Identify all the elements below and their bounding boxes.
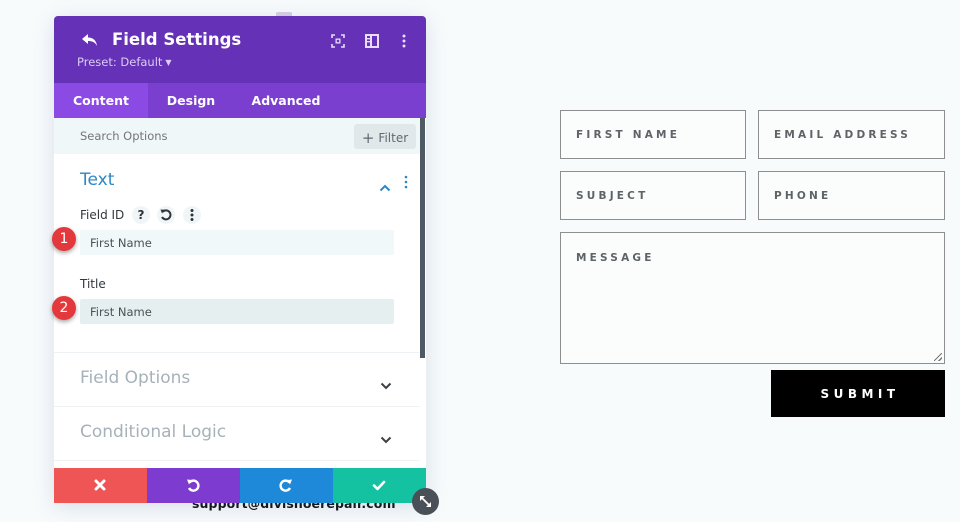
- scrollbar[interactable]: [420, 118, 425, 358]
- step-badge-1: 1: [52, 227, 76, 251]
- step-badge-2: 2: [52, 296, 76, 320]
- tab-advanced[interactable]: Advanced: [234, 83, 338, 118]
- subject-field[interactable]: SUBJECT: [560, 171, 746, 220]
- modal-title: Field Settings: [112, 30, 242, 49]
- title-label: Title: [80, 277, 106, 291]
- phone-placeholder: PHONE: [774, 190, 832, 202]
- resize-diagonal-icon: [420, 496, 431, 507]
- modal-footer: [54, 468, 426, 503]
- filter-label: Filter: [378, 130, 409, 145]
- check-icon: [372, 480, 386, 491]
- email-address-placeholder: EMAIL ADDRESS: [774, 129, 912, 141]
- subject-placeholder: SUBJECT: [576, 190, 649, 202]
- section-title-conditional-logic[interactable]: Conditional Logic: [80, 422, 226, 442]
- help-icon[interactable]: ?: [132, 206, 150, 224]
- field-id-label: Field ID: [80, 208, 125, 222]
- chevron-down-icon[interactable]: [380, 375, 392, 390]
- preset-label: Preset: Default: [77, 55, 163, 69]
- search-options-input[interactable]: [80, 129, 320, 143]
- section-title-text[interactable]: Text: [80, 170, 114, 190]
- textarea-resize-grip-icon[interactable]: [934, 353, 942, 361]
- tab-design[interactable]: Design: [148, 83, 234, 118]
- tab-content[interactable]: Content: [54, 83, 148, 118]
- chevron-down-icon[interactable]: [380, 429, 392, 444]
- modal-header: Field Settings Preset: Default ▼: [54, 16, 426, 83]
- focus-mode-icon[interactable]: [331, 33, 345, 48]
- reset-icon[interactable]: [157, 206, 175, 224]
- section-divider: [54, 460, 420, 461]
- undo-button[interactable]: [147, 468, 240, 503]
- section-divider: [54, 352, 420, 353]
- submit-button[interactable]: SUBMIT: [771, 370, 945, 417]
- undo-icon: [187, 479, 200, 492]
- cancel-button[interactable]: [54, 468, 147, 503]
- chevron-up-icon[interactable]: [379, 177, 391, 192]
- filter-button[interactable]: + Filter: [354, 124, 416, 149]
- title-input[interactable]: [80, 299, 394, 324]
- more-vertical-icon[interactable]: [183, 206, 201, 224]
- field-settings-modal: Field Settings Preset: Default ▼ Content …: [52, 16, 426, 503]
- message-placeholder: MESSAGE: [576, 252, 655, 264]
- plus-icon: +: [361, 128, 375, 147]
- modal-resize-handle[interactable]: [412, 488, 439, 515]
- split-view-icon[interactable]: [365, 33, 379, 48]
- preset-dropdown[interactable]: Preset: Default ▼: [77, 55, 172, 69]
- redo-icon: [279, 479, 292, 492]
- redo-button[interactable]: [240, 468, 333, 503]
- message-field[interactable]: MESSAGE: [560, 232, 945, 364]
- phone-field[interactable]: PHONE: [758, 171, 945, 220]
- section-more-icon[interactable]: [404, 174, 408, 189]
- section-divider: [54, 406, 420, 407]
- search-bar: +Filter: [54, 118, 421, 154]
- section-title-field-options[interactable]: Field Options: [80, 368, 190, 388]
- first-name-placeholder: FIRST NAME: [576, 129, 681, 141]
- first-name-field[interactable]: FIRST NAME: [560, 110, 746, 159]
- close-icon: [94, 479, 106, 491]
- settings-tabs: Content Design Advanced: [54, 83, 426, 118]
- undo-arrow-icon[interactable]: [80, 30, 100, 50]
- field-id-input[interactable]: [80, 230, 394, 255]
- caret-down-icon: ▼: [165, 58, 172, 67]
- email-address-field[interactable]: EMAIL ADDRESS: [758, 110, 945, 159]
- more-vertical-icon[interactable]: [397, 33, 411, 48]
